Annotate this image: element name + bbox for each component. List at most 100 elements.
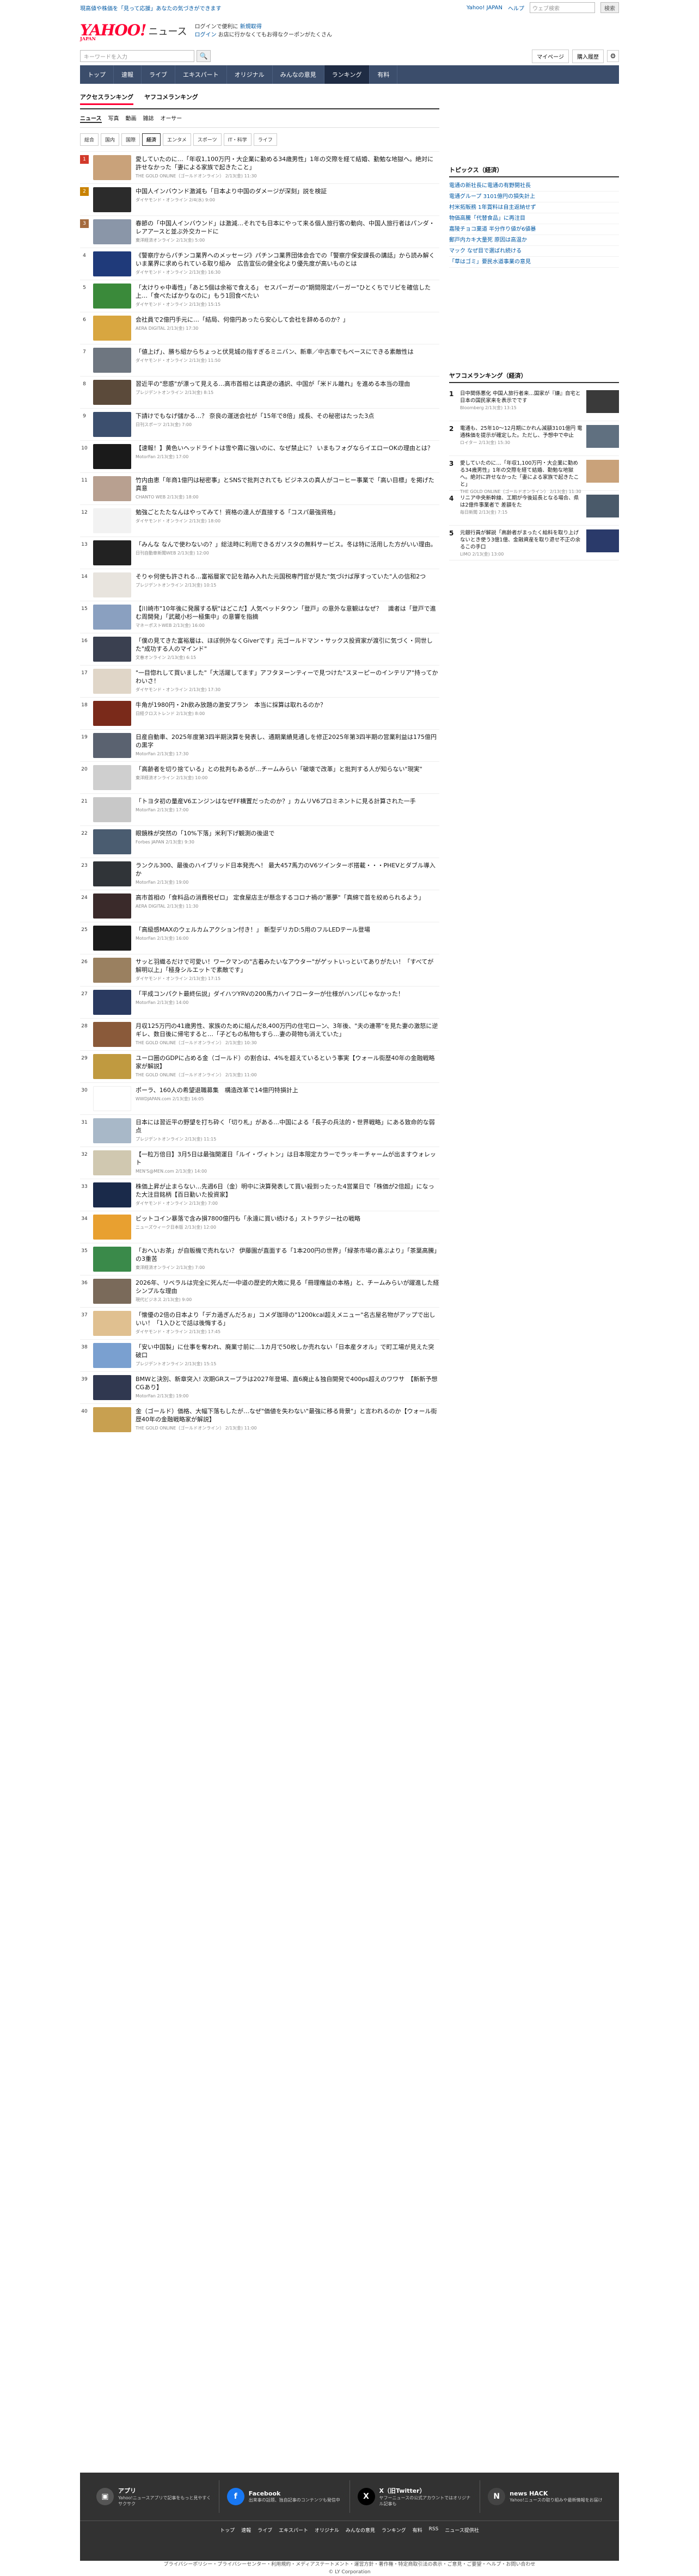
yahoo-japan-link[interactable]: Yahoo! JAPAN xyxy=(467,5,502,11)
article-thumbnail[interactable] xyxy=(93,1182,131,1207)
web-search-input[interactable]: ウェブ検索 xyxy=(530,2,595,13)
x-icon[interactable]: X xyxy=(357,2488,375,2505)
topic-link[interactable]: 村米拓販務 1年賞料は自主返納せず xyxy=(449,202,619,213)
tab-category[interactable]: 国際 xyxy=(121,133,140,146)
article-title[interactable]: 高市首相の「食料品の消費税ゼロ」 定食屋店主が懸念するコロナ禍の"悪夢"「真綿で… xyxy=(136,893,439,902)
list-item[interactable]: 27 「平成コンパクト最終伝説」ダイハツYRVの200馬力ハイフロータ一が仕様がハ… xyxy=(80,986,439,1018)
list-item[interactable]: 7 「値上げ」、勝ち組からちょっと伏見城の指すぎるミニバン、新車／中古車でもベース… xyxy=(80,344,439,376)
web-search-button[interactable]: 検索 xyxy=(600,2,619,13)
comment-ranking-thumbnail[interactable] xyxy=(586,460,619,483)
list-item[interactable]: 37 「懐優の2倍の日本より「デカ過ぎんだろぉ」コメダ珈琲の"1200kcal超え… xyxy=(80,1307,439,1339)
article-thumbnail[interactable] xyxy=(93,1311,131,1336)
nav-item[interactable]: ライブ xyxy=(142,65,175,84)
tab-category[interactable]: 経済 xyxy=(142,133,161,146)
tab-category[interactable]: スポーツ xyxy=(193,133,222,146)
article-thumbnail[interactable] xyxy=(93,412,131,437)
article-thumbnail[interactable] xyxy=(93,1086,131,1111)
list-item[interactable]: 31 日本には習近平の野望を打ち砕く「切り札」がある…中国による「長子の兵法的・世… xyxy=(80,1114,439,1147)
comment-ranking-title-text[interactable]: 元銀行員が解説「高齢者がまったく給料を取り上げないとき使う3億1億、金融資産を取… xyxy=(460,529,583,551)
tab-media[interactable]: ニュース xyxy=(80,114,102,123)
app-icon[interactable]: ▣ xyxy=(96,2488,114,2505)
article-title[interactable]: 日本には習近平の野望を打ち砕く「切り札」がある…中国による「長子の兵法的・世界戦… xyxy=(136,1118,439,1135)
footer-link[interactable]: ランキング xyxy=(382,2526,406,2534)
search-icon[interactable]: 🔍 xyxy=(197,50,211,62)
footer-social-cell[interactable]: X X（旧Twitter） ヤフーニュースの公式アカウントではオリジナル記事も xyxy=(350,2480,481,2513)
article-thumbnail[interactable] xyxy=(93,669,131,694)
article-title[interactable]: 牛角が1980円・2h飲み放題の激安プラン 本当に採算は取れるのか？ xyxy=(136,701,439,709)
facebook-icon[interactable]: f xyxy=(226,2488,244,2505)
footer-social-cell[interactable]: ▣ アプリ Yahoo!ニュースアプリで記事をもっと見やすくサクサク xyxy=(89,2480,219,2513)
list-item[interactable]: 18 牛角が1980円・2h飲み放題の激安プラン 本当に採算は取れるのか？ 日経クロ… xyxy=(80,697,439,729)
list-item[interactable]: 39 BMWと決別、新章突入! 次期GRスープラは2027年登場、直6廃止＆独自開… xyxy=(80,1371,439,1403)
list-item[interactable]: 32 【一粒万倍日】3月5日は最強開運日「ルイ・ヴィトン」は日本限定カラーでラッキ… xyxy=(80,1147,439,1179)
topic-link[interactable]: 電通グループ 3101億円の損失計上 xyxy=(449,192,619,202)
article-title[interactable]: 「高級感MAXのウェルカムアクション付き！」 新型デリカD:5用のフルLEDテー… xyxy=(136,926,439,934)
tab-ranking-type[interactable]: アクセスランキング xyxy=(80,93,134,105)
nav-item[interactable]: エキスパート xyxy=(175,65,227,84)
article-title[interactable]: 春節の「中国人インバウンド」は激減…それでも日本にやって来る個人旅行客の動向、中… xyxy=(136,219,439,236)
nav-item[interactable]: ランキング xyxy=(324,65,370,84)
article-title[interactable]: 「おへいお茶」が自販機で売れない？ 伊藤園が直面する「1本200円の世界」「緑茶… xyxy=(136,1247,439,1263)
article-title[interactable]: 【川崎市"10年後に発展する駅"はどこだ】人気ベッドタウン「登戸」の意外な意観は… xyxy=(136,605,439,621)
nav-item[interactable]: オリジナル xyxy=(227,65,273,84)
footer-social-cell[interactable]: Nnews HACK Yahoo!ニュースの取り組みや最新情報をお届け xyxy=(480,2480,610,2513)
article-thumbnail[interactable] xyxy=(93,829,131,854)
article-thumbnail[interactable] xyxy=(93,316,131,341)
comment-ranking-thumbnail[interactable] xyxy=(586,390,619,413)
article-thumbnail[interactable] xyxy=(93,1054,131,1079)
tab-media[interactable]: 雑誌 xyxy=(143,114,154,123)
article-thumbnail[interactable] xyxy=(93,348,131,373)
keyword-input[interactable]: キーワードを入力 xyxy=(80,50,194,62)
tab-category[interactable]: ライフ xyxy=(253,133,277,146)
list-item[interactable]: 24 高市首相の「食料品の消費税ゼロ」 定食屋店主が懸念するコロナ禍の"悪夢"「真… xyxy=(80,890,439,922)
article-thumbnail[interactable] xyxy=(93,572,131,597)
yahoo-logo[interactable]: YAHOO! JAPAN xyxy=(80,21,146,41)
footer-social-cell[interactable]: f Facebook 出来事の話題、独自記事のコンテンツも発信中 xyxy=(219,2480,350,2513)
list-item[interactable]: 22 眼鏡株が突然の「10%下落」米利下げ観測の後退で Forbes JAPAN 2… xyxy=(80,825,439,858)
nav-item[interactable]: トップ xyxy=(80,65,114,84)
list-item[interactable]: 10 【速報！】黄色いヘッドライトは雪や霧に強いのに、なぜ禁止に？ いまもフォグな… xyxy=(80,440,439,472)
signup-link[interactable]: 新規取得 xyxy=(240,24,262,30)
tab-category[interactable]: IT・科学 xyxy=(223,133,252,146)
article-thumbnail[interactable] xyxy=(93,155,131,180)
tab-media[interactable]: 動画 xyxy=(126,114,137,123)
comment-ranking-title-text[interactable]: リニア中央新幹線、工期が今後延長となる場合、県は2億件事業者で 差額をた xyxy=(460,495,583,509)
article-title[interactable]: BMWと決別、新章突入! 次期GRスープラは2027年登場、直6廃止＆独自開発で… xyxy=(136,1375,439,1391)
list-item[interactable]: 34 ビットコイン暴落で含み損7800億円も「永遠に買い続ける」ストラテジー社の戦… xyxy=(80,1211,439,1243)
tab-category[interactable]: 国内 xyxy=(101,133,120,146)
article-thumbnail[interactable] xyxy=(93,1247,131,1272)
article-title[interactable]: 2026年、リベラルは完全に死んだ──中道の歴史的大敗に見る「冊理権益の本格」と… xyxy=(136,1279,439,1295)
list-item[interactable]: 5 「太けりゃ中毒性」「あと5個は余裕で食える」 セスパーガーの"期間限定バーガー… xyxy=(80,280,439,312)
topic-link[interactable]: 嘉陵チョコ菓道 半分作り値が6値暴 xyxy=(449,224,619,235)
list-item[interactable]: 19 日産自動車、2025年度第3四半期決算を発表し、通期業績見通しを修正2025… xyxy=(80,729,439,761)
list-item[interactable]: 30 ポーラ、160人の希望退職募集 構造改革で14億円特損計上 WWDJAPAN.… xyxy=(80,1082,439,1114)
article-title[interactable]: ポーラ、160人の希望退職募集 構造改革で14億円特損計上 xyxy=(136,1086,439,1094)
article-title[interactable]: 会社員で2億円手元に…「結局、何億円あったら安心して会社を辞めるのか？」 xyxy=(136,316,439,324)
list-item[interactable]: 4 《警察庁からパチンコ業界へのメッセージ》パチンコ業界団体会合での「警察庁保安課… xyxy=(80,248,439,280)
article-title[interactable]: 「値上げ」、勝ち組からちょっと伏見城の指すぎるミニバン、新車／中古車でもベースに… xyxy=(136,348,439,356)
comment-ranking-title-text[interactable]: 愛していたのに…「年収1,100万円・大企業に勤める34歳男性」1年の交際を経て… xyxy=(460,460,583,488)
article-thumbnail[interactable] xyxy=(93,219,131,244)
article-title[interactable]: 日産自動車、2025年度第3四半期決算を発表し、通期業績見通しを修正2025年第… xyxy=(136,733,439,749)
article-title[interactable]: 【速報！】黄色いヘッドライトは雪や霧に強いのに、なぜ禁止に？ いまもフォグならイ… xyxy=(136,444,439,452)
comment-ranking-item[interactable]: 4 リニア中央新幹線、工期が今後延長となる場合、県は2億件事業者で 差額をた 毎日新… xyxy=(449,491,619,526)
article-title[interactable]: 「高齢者を切り捨ている」との批判もあるが…チームみらい「破壊で改革」と批判する人… xyxy=(136,765,439,773)
newshack-icon[interactable]: N xyxy=(488,2488,506,2505)
article-thumbnail[interactable] xyxy=(93,508,131,533)
article-title[interactable]: 習近平の"悲惑"が漂って見える…高市首相とは真逆の通訳、中国が「米ドル離れ」を進… xyxy=(136,380,439,388)
article-thumbnail[interactable] xyxy=(93,1022,131,1047)
article-title[interactable]: 株価上昇が止まらない…先週6日（金）明中に決算発表して買い殺到ったった4営業日で… xyxy=(136,1182,439,1199)
footer-link[interactable]: オリジナル xyxy=(315,2526,339,2534)
article-thumbnail[interactable] xyxy=(93,187,131,212)
topic-link[interactable]: マック なぜ目で選ばれ続ける xyxy=(449,246,619,257)
tab-category[interactable]: 総合 xyxy=(80,133,99,146)
help-link[interactable]: ヘルプ xyxy=(508,4,524,12)
article-thumbnail[interactable] xyxy=(93,990,131,1015)
article-thumbnail[interactable] xyxy=(93,476,131,501)
footer-link[interactable]: ライブ xyxy=(257,2526,272,2534)
list-item[interactable]: 28 月収125万円の41歳男性、家族のために組んだ8,400万円の住宅ローン、3… xyxy=(80,1018,439,1050)
list-item[interactable]: 23 ランクル300、最後のハイブリッド日本発売へ！ 最大457馬力のV6ツインタ… xyxy=(80,858,439,890)
comment-ranking-item[interactable]: 3 愛していたのに…「年収1,100万円・大企業に勤める34歳男性」1年の交際を経… xyxy=(449,456,619,494)
article-thumbnail[interactable] xyxy=(93,893,131,919)
article-title[interactable]: 愛していたのに…「年収1,100万円・大企業に勤める34歳男性」1年の交際を経て… xyxy=(136,155,439,171)
